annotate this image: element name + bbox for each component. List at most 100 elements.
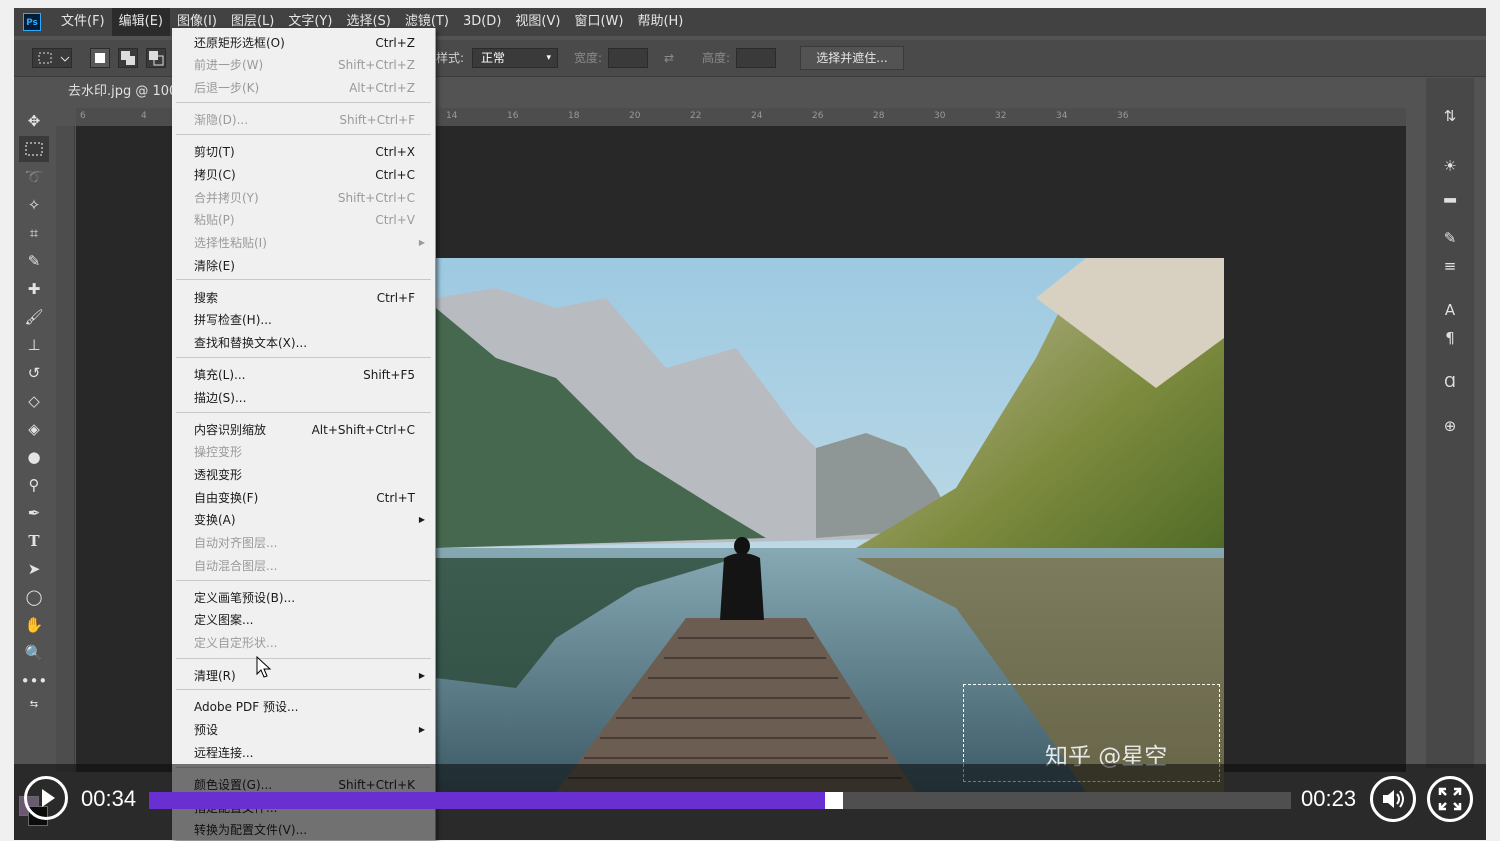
eraser-tool-icon[interactable]: ◇ xyxy=(19,388,49,414)
magic-wand-tool-icon[interactable]: ✧ xyxy=(19,192,49,218)
edit-menu-item[interactable]: 定义自定形状... xyxy=(172,632,435,654)
remaining-time: 00:23 xyxy=(1301,786,1357,811)
edit-menu-item[interactable]: 后退一步(K) Alt+Ctrl+Z xyxy=(172,77,435,99)
edit-menu-item[interactable]: 自动对齐图层... xyxy=(172,532,435,554)
edit-menu-item[interactable]: 合并拷贝(Y) Shift+Ctrl+C xyxy=(172,187,435,209)
edit-menu-item[interactable]: 定义画笔预设(B)... xyxy=(172,587,435,609)
menu-item-label: 渐隐(D)... xyxy=(194,113,249,127)
subtract-selection-button[interactable] xyxy=(146,48,166,68)
document-tab-title: 去水印.jpg @ 100 xyxy=(68,84,178,99)
dodge-tool-icon[interactable]: ⚲ xyxy=(19,472,49,498)
edit-menu-item[interactable]: 描边(S)... xyxy=(172,387,435,409)
edit-menu-item[interactable]: 选择性粘贴(I) ▶ xyxy=(172,232,435,254)
clone-stamp-tool-icon[interactable]: ⊥ xyxy=(19,332,49,358)
style-select[interactable]: 正常 ▾ xyxy=(472,48,558,68)
menu-0[interactable]: 文件(F) xyxy=(54,8,112,36)
menu-7[interactable]: 3D(D) xyxy=(456,8,508,36)
edit-menu-item[interactable]: 内容识别缩放 Alt+Shift+Ctrl+C xyxy=(172,419,435,441)
zoom-tool-icon[interactable]: 🔍 xyxy=(19,640,49,666)
lasso-tool-icon[interactable]: ➰ xyxy=(19,164,49,190)
edit-menu-item[interactable]: 预设 ▶ xyxy=(172,719,435,741)
history-panel-icon[interactable]: ⇅ xyxy=(1436,104,1464,128)
progress-fill xyxy=(149,792,835,809)
edit-menu-item[interactable]: 变换(A) ▶ xyxy=(172,509,435,531)
glyphs-panel-icon[interactable]: Ɑ xyxy=(1436,370,1464,394)
menu-separator xyxy=(176,357,431,358)
ellipse-tool-icon[interactable]: ◯ xyxy=(19,584,49,610)
progress-bar[interactable] xyxy=(149,792,1291,809)
adjustments-panel-icon[interactable]: ☀ xyxy=(1436,154,1464,178)
edit-menu-item[interactable]: 清理(R) ▶ xyxy=(172,665,435,687)
edit-menu-item[interactable]: 拼写检查(H)... xyxy=(172,309,435,331)
hand-tool-icon[interactable]: ✋ xyxy=(19,612,49,638)
paint-bucket-tool-icon[interactable]: ◈ xyxy=(19,416,49,442)
swap-icon[interactable]: ⇄ xyxy=(664,48,674,68)
volume-button[interactable] xyxy=(1370,776,1416,822)
menu-item-label: 后退一步(K) xyxy=(194,81,260,95)
type-tool-icon[interactable]: T xyxy=(19,528,49,554)
edit-menu-item[interactable]: 远程连接... xyxy=(172,742,435,764)
ruler-tick-label: 26 xyxy=(812,111,824,121)
crop-tool-icon[interactable]: ⌗ xyxy=(19,220,49,246)
menu-item-shortcut: Shift+Ctrl+C xyxy=(337,191,415,205)
edit-menu-item[interactable]: 操控变形 xyxy=(172,441,435,463)
character-panel-icon[interactable]: A xyxy=(1436,298,1464,322)
libraries-panel-icon[interactable]: ⊕ xyxy=(1436,414,1464,438)
edit-menu-item[interactable]: Adobe PDF 预设... xyxy=(172,696,435,718)
play-button[interactable] xyxy=(24,776,68,820)
progress-knob[interactable] xyxy=(825,792,844,809)
width-label: 宽度: xyxy=(574,51,603,65)
swap-colors-icon[interactable]: ⇆ xyxy=(19,692,49,718)
menu-item-label: 搜索 xyxy=(194,291,219,305)
select-and-mask-button[interactable]: 选择并遮住... xyxy=(800,46,904,70)
new-selection-button[interactable] xyxy=(90,48,110,68)
menu-8[interactable]: 视图(V) xyxy=(508,8,567,36)
path-selection-tool-icon[interactable]: ➤ xyxy=(19,556,49,582)
menu-10[interactable]: 帮助(H) xyxy=(630,8,690,36)
edit-menu-item[interactable]: 搜索 Ctrl+F xyxy=(172,287,435,309)
edit-menu-item[interactable]: 拷贝(C) Ctrl+C xyxy=(172,164,435,186)
blur-tool-icon[interactable]: ● xyxy=(19,444,49,470)
pen-tool-icon[interactable]: ✒ xyxy=(19,500,49,526)
new-selection-icon xyxy=(95,53,105,63)
rect-marquee-tool-icon[interactable] xyxy=(19,136,49,162)
edit-menu-item[interactable]: 还原矩形选框(O) Ctrl+Z xyxy=(172,32,435,54)
edit-menu-item[interactable]: 定义图案... xyxy=(172,609,435,631)
brush-settings-icon[interactable]: ✎ xyxy=(1436,226,1464,250)
paragraph-panel-icon[interactable]: ¶ xyxy=(1436,326,1464,350)
menu-item-label: 粘贴(P) xyxy=(194,213,235,227)
brush-tool-icon[interactable]: 🖌 xyxy=(19,304,49,330)
move-tool-icon[interactable]: ✥ xyxy=(19,108,49,134)
edit-menu-item[interactable]: 清除(E) xyxy=(172,255,435,277)
menu-item-shortcut: Ctrl+T xyxy=(376,491,415,505)
histogram-panel-icon[interactable]: ▂ xyxy=(1436,182,1464,206)
edit-menu-item[interactable]: 剪切(T) Ctrl+X xyxy=(172,141,435,163)
menu-1[interactable]: 编辑(E) xyxy=(111,8,170,36)
menu-item-label: 远程连接... xyxy=(194,746,254,760)
edit-menu-dropdown: 还原矩形选框(O) Ctrl+Z 前进一步(W) Shift+Ctrl+Z 后退一步(K… xyxy=(172,28,436,840)
healing-brush-tool-icon[interactable]: ✚ xyxy=(19,276,49,302)
more-tools-icon[interactable]: ••• xyxy=(19,668,49,694)
edit-menu-item[interactable]: 自动混合图层... xyxy=(172,555,435,577)
menu-9[interactable]: 窗口(W) xyxy=(567,8,630,36)
properties-panel-icon[interactable]: ≡ xyxy=(1436,254,1464,278)
eyedropper-tool-icon[interactable]: ✎ xyxy=(19,248,49,274)
menu-item-label: 定义画笔预设(B)... xyxy=(194,591,296,605)
edit-menu-item[interactable]: 自由变换(F) Ctrl+T xyxy=(172,487,435,509)
submenu-arrow-icon: ▶ xyxy=(418,671,425,680)
menu-item-label: 定义自定形状... xyxy=(194,636,278,650)
edit-menu-item[interactable]: 粘贴(P) Ctrl+V xyxy=(172,209,435,231)
marquee-tool-preset-picker[interactable] xyxy=(32,48,72,68)
history-brush-tool-icon[interactable]: ↺ xyxy=(19,360,49,386)
edit-menu-item[interactable]: 渐隐(D)... Shift+Ctrl+F xyxy=(172,109,435,131)
width-field[interactable] xyxy=(608,48,648,68)
edit-menu-item[interactable]: 查找和替换文本(X)... xyxy=(172,332,435,354)
fullscreen-button[interactable] xyxy=(1427,776,1473,822)
menu-item-label: 自动混合图层... xyxy=(194,559,278,573)
edit-menu-item[interactable]: 透视变形 xyxy=(172,464,435,486)
edit-menu-item[interactable]: 前进一步(W) Shift+Ctrl+Z xyxy=(172,54,435,76)
ruler-tick-label: 14 xyxy=(446,111,458,121)
height-field[interactable] xyxy=(736,48,776,68)
edit-menu-item[interactable]: 填充(L)... Shift+F5 xyxy=(172,364,435,386)
add-to-selection-button[interactable] xyxy=(118,48,138,68)
